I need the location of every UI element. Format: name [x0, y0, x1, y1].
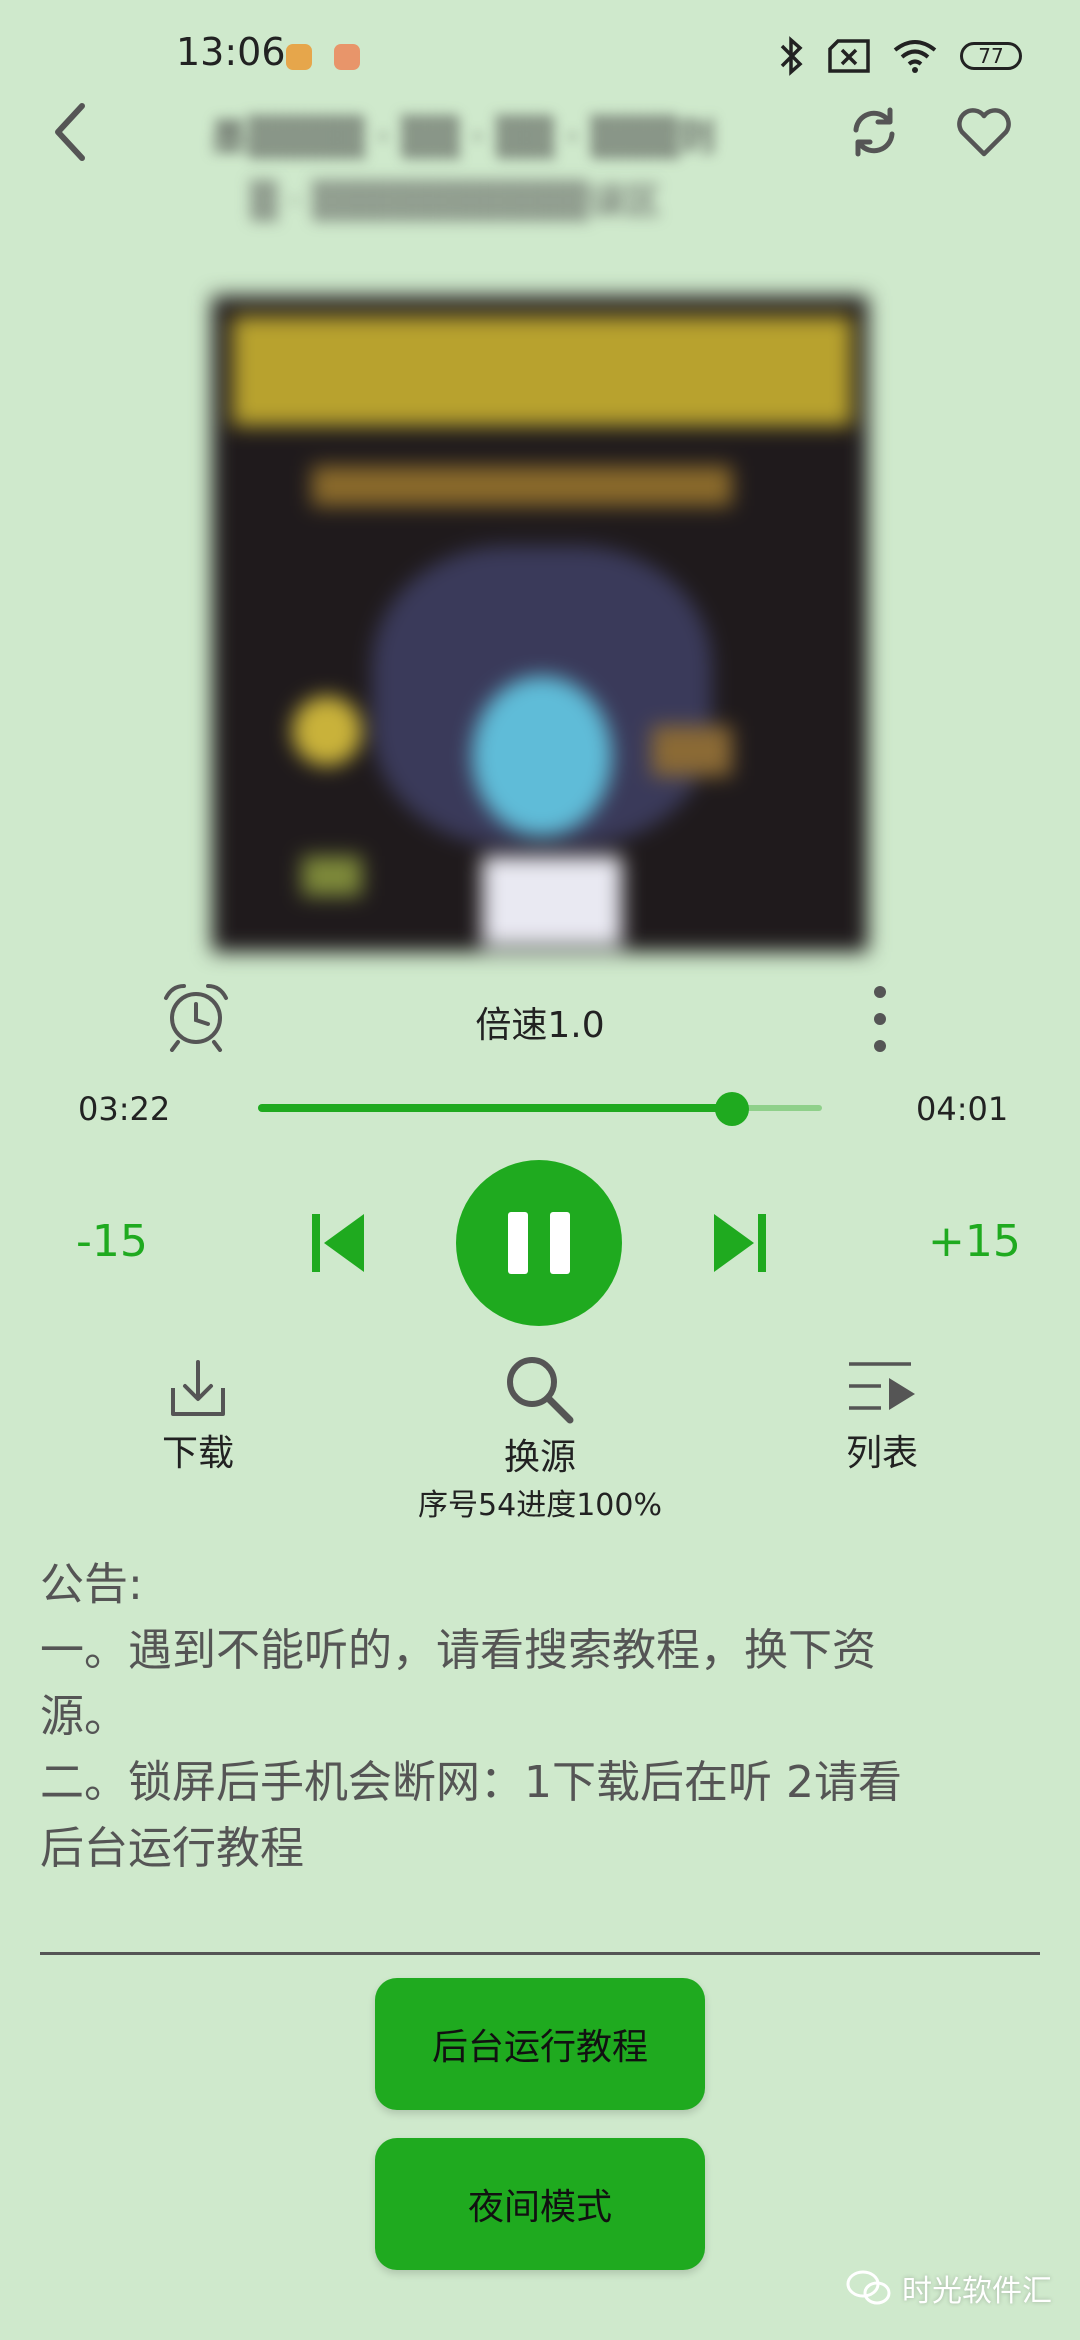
watermark-text: 时光软件汇 — [902, 2274, 1052, 2309]
announcement-line: 一。遇到不能听的，请看搜索教程，换下资 — [40, 1625, 876, 1676]
alarm-clock-button[interactable] — [160, 980, 232, 1052]
background-run-tutorial-button[interactable]: 后台运行教程 — [375, 1978, 705, 2110]
background-run-tutorial-label: 后台运行教程 — [431, 2027, 648, 2068]
no-sim-icon — [828, 39, 870, 73]
progress-fill — [258, 1104, 732, 1112]
previous-track-button[interactable] — [306, 1210, 370, 1276]
audio-subtitle: ▒ · ▒▒▒▒▒▒▒▒▒▒误区 — [250, 181, 661, 222]
download-icon — [171, 1360, 225, 1416]
switch-source-button[interactable]: 换源 — [486, 1352, 594, 1480]
total-time: 04:01 — [916, 1090, 1009, 1128]
progress-thumb[interactable] — [714, 1092, 749, 1126]
download-button[interactable]: 下载 — [146, 1358, 250, 1476]
next-track-button[interactable] — [708, 1210, 772, 1276]
refresh-button[interactable] — [846, 104, 902, 160]
favorite-heart-button[interactable] — [954, 104, 1014, 160]
night-mode-label: 夜间模式 — [467, 2187, 612, 2228]
announcement-line: 公告: — [40, 1559, 143, 1610]
watermark: 时光软件汇 — [846, 2266, 1052, 2310]
playlist-icon — [849, 1362, 915, 1410]
status-time: 13:06 — [176, 30, 286, 74]
battery-level: 77 — [978, 44, 1004, 68]
search-icon — [507, 1357, 574, 1424]
playback-speed-button[interactable]: 倍速1.0 — [440, 996, 640, 1048]
more-options-button[interactable] — [866, 984, 894, 1054]
notification-app-icon — [286, 44, 312, 70]
back-button[interactable] — [48, 100, 92, 164]
announcement-line: 后台运行教程 — [40, 1823, 304, 1874]
announcement-line: 源。 — [40, 1691, 128, 1742]
status-icons: 77 — [778, 36, 1022, 76]
playlist-button[interactable]: 列表 — [830, 1358, 934, 1476]
album-cover-image — [212, 296, 868, 952]
battery-icon: 77 — [960, 42, 1022, 70]
forward-15-button[interactable]: +15 — [928, 1216, 1021, 1267]
switch-source-label: 换源 — [503, 1437, 576, 1478]
current-time: 03:22 — [78, 1090, 171, 1128]
pause-icon — [508, 1212, 570, 1274]
notification-app-icon — [334, 44, 360, 70]
divider — [40, 1952, 1040, 1955]
pause-button[interactable] — [456, 1160, 622, 1326]
night-mode-button[interactable]: 夜间模式 — [375, 2138, 705, 2270]
download-label: 下载 — [161, 1433, 234, 1474]
rewind-15-button[interactable]: -15 — [76, 1216, 148, 1267]
playlist-label: 列表 — [845, 1433, 918, 1474]
audio-title: 墨▒▒▒▒ · ▒▒ · ▒▒ · ▒▒▒则 — [210, 115, 717, 159]
wechat-icon — [846, 2270, 891, 2305]
announcement-line: 二。锁屏后手机会断网：1下载后在听 2请看 — [40, 1757, 902, 1808]
bluetooth-icon — [780, 36, 803, 76]
announcement-text: 公告: 一。遇到不能听的，请看搜索教程，换下资 源。 二。锁屏后手机会断网：1下… — [40, 1552, 1020, 1882]
wifi-icon — [893, 40, 937, 73]
source-progress-text: 序号54进度100% — [418, 1488, 662, 1523]
